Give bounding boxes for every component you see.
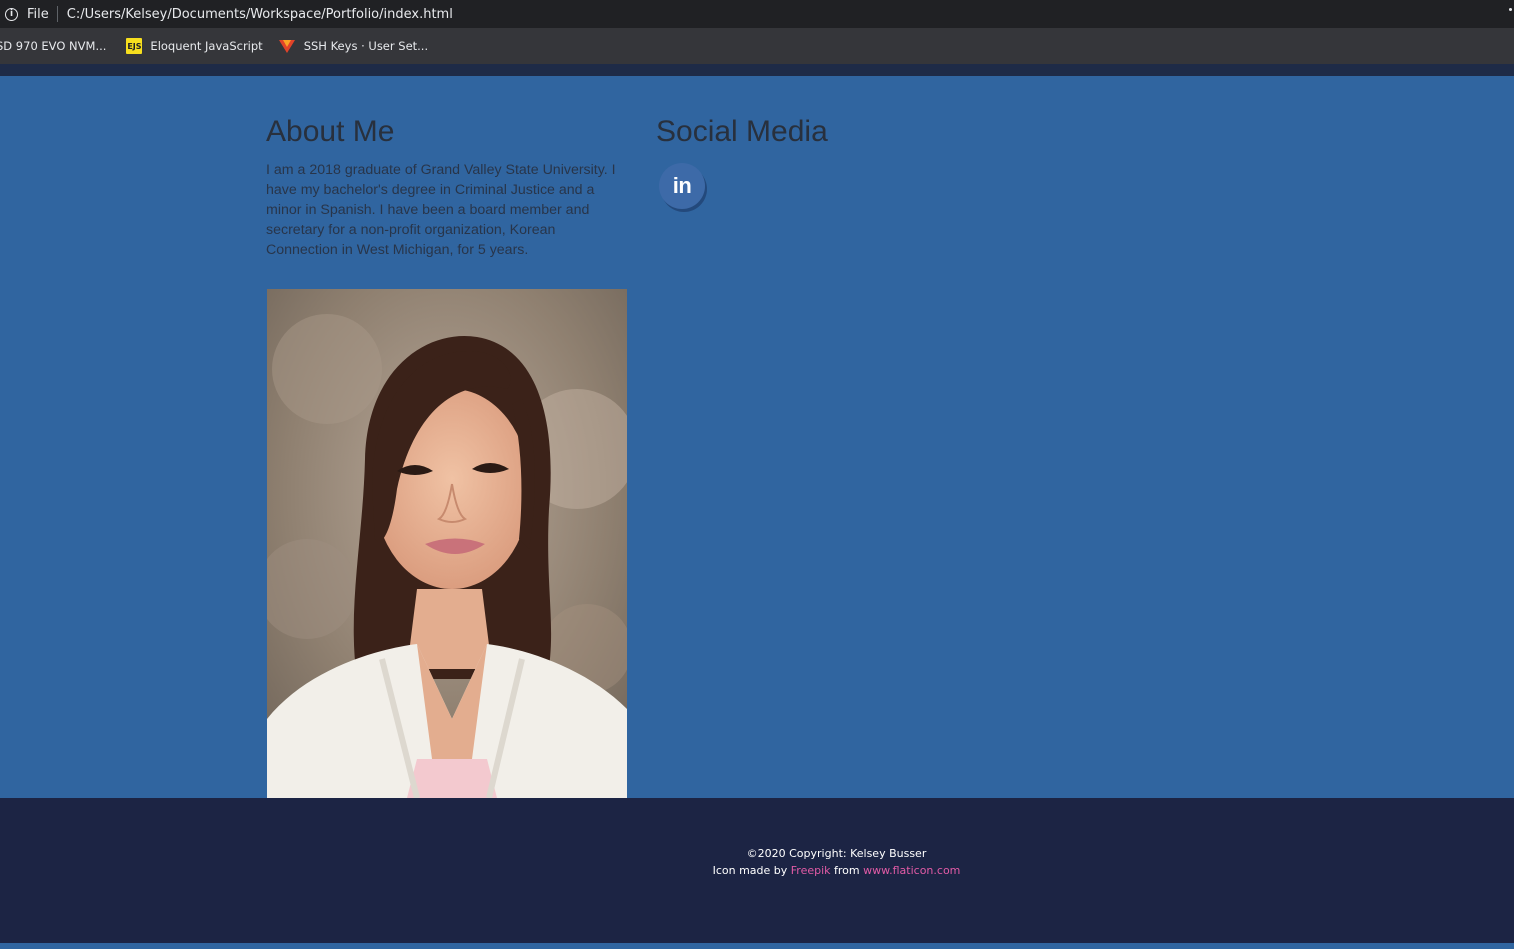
- credit-mid: from: [834, 864, 860, 877]
- footer: ©2020 Copyright: Kelsey Busser Icon made…: [0, 798, 1514, 943]
- bookmarks-bar: SD 970 EVO NVM... EJS Eloquent JavaScrip…: [0, 28, 1514, 64]
- about-heading: About Me: [266, 115, 395, 148]
- social-media-section: Social Media in: [656, 114, 828, 209]
- file-label: File: [27, 6, 49, 22]
- bookmark-eloquent-javascript[interactable]: EJS Eloquent JavaScript: [126, 38, 263, 54]
- bookmark-label: SSH Keys · User Set...: [303, 39, 429, 53]
- chrome-divider: [0, 64, 1514, 76]
- linkedin-glyph: in: [672, 173, 692, 198]
- bookmark-label: Eloquent JavaScript: [150, 39, 263, 53]
- ejs-icon: EJS: [126, 38, 143, 54]
- bookmark-ssh-keys[interactable]: SSH Keys · User Set...: [278, 39, 429, 53]
- about-body: I am a 2018 graduate of Grand Valley Sta…: [266, 162, 616, 258]
- credit-prefix: Icon made by: [712, 864, 788, 877]
- bookmark-ssd[interactable]: SD 970 EVO NVM...: [0, 39, 106, 53]
- about-section: About Me I am a 2018 graduate of Grand V…: [266, 114, 626, 260]
- social-media-heading: Social Media: [656, 115, 828, 148]
- footer-credit: Icon made by Freepik from www.flaticon.c…: [0, 864, 1514, 877]
- linkedin-icon[interactable]: in: [659, 163, 705, 209]
- footer-copyright: ©2020 Copyright: Kelsey Busser: [746, 847, 927, 860]
- info-icon[interactable]: i: [5, 7, 18, 21]
- bottom-strip: [0, 943, 1514, 949]
- address-bar[interactable]: i File C:/Users/Kelsey/Documents/Workspa…: [0, 0, 1514, 28]
- address-divider: [56, 6, 58, 22]
- freepik-link[interactable]: Freepik: [791, 864, 831, 877]
- url-text[interactable]: C:/Users/Kelsey/Documents/Workspace/Port…: [67, 7, 453, 22]
- gitlab-icon: [278, 39, 295, 53]
- flaticon-link[interactable]: www.flaticon.com: [863, 864, 960, 877]
- menu-icon[interactable]: [1509, 8, 1512, 11]
- bookmark-label: SD 970 EVO NVM...: [0, 39, 107, 53]
- main-content: About Me I am a 2018 graduate of Grand V…: [0, 76, 1514, 798]
- profile-photo: [267, 289, 627, 798]
